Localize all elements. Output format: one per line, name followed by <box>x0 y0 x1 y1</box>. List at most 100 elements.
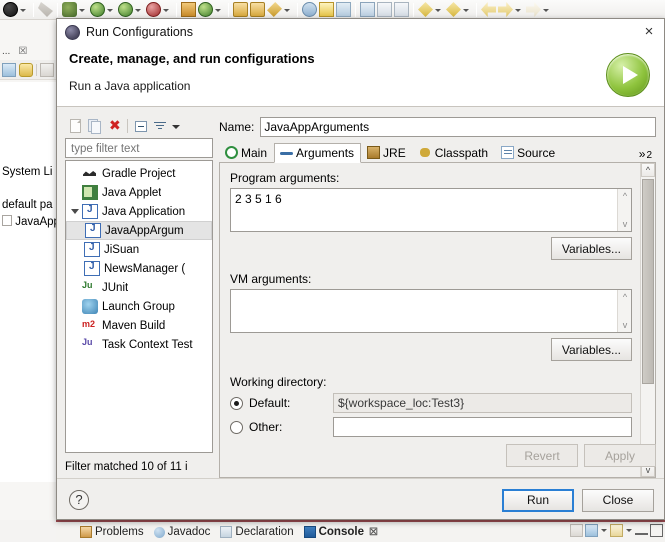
duplicate-launch-configuration-button[interactable] <box>86 117 104 135</box>
open-console-icon[interactable] <box>610 524 623 537</box>
tree-item-java-application[interactable]: Java Application <box>66 202 212 221</box>
nav-dropdown-icon[interactable] <box>542 3 551 17</box>
perspective-browse-icon[interactable] <box>336 2 351 17</box>
vm-arguments-input[interactable] <box>231 290 617 332</box>
tree-item-task-context-test[interactable]: Task Context Test <box>66 335 212 354</box>
new-java-project-icon[interactable] <box>181 2 196 17</box>
open-console-dropdown-icon[interactable] <box>625 524 633 537</box>
open-folder-icon[interactable] <box>233 2 248 17</box>
collapse-all-button[interactable] <box>132 117 150 135</box>
explorer-item-system-library[interactable]: System Li <box>0 164 56 181</box>
chevron-down-icon[interactable] <box>170 117 181 135</box>
external-tools-dropdown-icon[interactable] <box>283 3 292 17</box>
run-icon[interactable] <box>3 2 18 17</box>
run-as-icon[interactable] <box>118 2 133 17</box>
tree-twisty[interactable] <box>68 335 82 354</box>
program-variables-button[interactable]: Variables... <box>550 237 632 260</box>
run-dropdown-icon[interactable] <box>19 3 28 17</box>
view-menu-icon[interactable] <box>40 62 54 77</box>
tab-jre[interactable]: JRE <box>361 142 413 162</box>
scroll-down-icon[interactable]: v <box>621 220 629 229</box>
working-directory-other-radio[interactable] <box>230 420 243 434</box>
outline-icon[interactable] <box>394 2 409 17</box>
tab-source[interactable]: Source <box>495 142 562 162</box>
help-button[interactable]: ? <box>69 490 89 510</box>
debug-as-icon[interactable] <box>146 2 161 17</box>
tab-main[interactable]: Main <box>219 142 274 162</box>
explorer-item-javaapp[interactable]: JavaApp <box>0 214 56 231</box>
launch-configurations-tree[interactable]: Gradle Project Java Applet Java Applicat… <box>65 160 213 453</box>
explorer-item-default-package[interactable]: default pa <box>0 197 56 214</box>
debug-as-dropdown-icon[interactable] <box>162 3 171 17</box>
forward-nav-icon[interactable] <box>526 2 541 17</box>
run-as-dropdown-icon[interactable] <box>134 3 143 17</box>
scroll-up-button[interactable]: ^ <box>641 163 655 177</box>
tree-twisty[interactable] <box>68 183 82 202</box>
scroll-up-icon[interactable]: ^ <box>621 293 629 302</box>
tree-item-javaappargum[interactable]: JavaAppArgum <box>66 221 212 240</box>
perspective-java-icon[interactable] <box>319 2 334 17</box>
bottom-tab-console[interactable]: Console ☒ <box>303 526 378 538</box>
terminate-icon[interactable] <box>570 524 583 537</box>
scroll-down-icon[interactable]: v <box>621 321 629 330</box>
package-explorer-tree[interactable]: System Li default pa JavaApp <box>0 82 56 482</box>
tree-twisty[interactable] <box>68 278 82 297</box>
program-arguments-input[interactable] <box>231 189 617 231</box>
tab-overflow-button[interactable]: » 2 <box>635 142 656 162</box>
console-dropdown-icon[interactable] <box>600 524 608 537</box>
close-icon[interactable]: ☒ <box>369 527 378 538</box>
explorer-tab-truncated[interactable]: ... <box>0 46 10 57</box>
debug-icon[interactable] <box>38 2 53 17</box>
working-directory-default-row[interactable]: Default: ${workspace_loc:Test3} <box>230 393 632 413</box>
collapse-all-icon[interactable] <box>2 62 16 77</box>
close-button[interactable]: Close <box>582 488 654 512</box>
vm-arguments-scrollbar[interactable]: ^ v <box>617 290 631 332</box>
tree-twisty[interactable] <box>68 164 82 183</box>
link-with-editor-icon[interactable] <box>19 62 33 77</box>
scrollbar-thumb[interactable] <box>642 179 654 384</box>
bug-dropdown-icon[interactable] <box>78 3 87 17</box>
minimize-icon[interactable] <box>635 527 648 535</box>
new-class-icon[interactable] <box>198 2 213 17</box>
open-task-icon[interactable] <box>377 2 392 17</box>
forward-dropdown-icon[interactable] <box>514 3 523 17</box>
revert-button[interactable]: Revert <box>506 444 578 467</box>
prev-annotation-icon[interactable] <box>446 2 461 17</box>
filter-input[interactable] <box>69 141 207 156</box>
maximize-icon[interactable] <box>650 524 663 537</box>
tree-item-newsmanager[interactable]: NewsManager ( <box>66 259 212 278</box>
filter-button[interactable] <box>151 117 169 135</box>
tab-arguments[interactable]: Arguments <box>274 143 362 163</box>
tab-panel-scrollbar[interactable]: ^ v <box>640 163 655 477</box>
forward-icon[interactable] <box>498 2 513 17</box>
display-selected-console-icon[interactable] <box>585 524 598 537</box>
coverage-dropdown-icon[interactable] <box>106 3 115 17</box>
tree-item-java-applet[interactable]: Java Applet <box>66 183 212 202</box>
working-directory-default-radio[interactable] <box>230 396 243 410</box>
working-directory-other-row[interactable]: Other: <box>230 417 632 437</box>
program-arguments-field[interactable]: ^ v <box>230 188 632 232</box>
back-icon[interactable] <box>481 2 496 17</box>
external-tools-icon[interactable] <box>267 2 282 17</box>
name-input[interactable] <box>260 117 656 137</box>
program-arguments-scrollbar[interactable]: ^ v <box>617 189 631 231</box>
close-icon[interactable]: × <box>638 22 660 42</box>
filter-text-box[interactable] <box>65 138 213 158</box>
scroll-up-icon[interactable]: ^ <box>621 192 629 201</box>
vm-arguments-field[interactable]: ^ v <box>230 289 632 333</box>
search-icon[interactable] <box>302 2 317 17</box>
vm-variables-button[interactable]: Variables... <box>550 338 632 361</box>
coverage-icon[interactable] <box>90 2 105 17</box>
new-dropdown-icon[interactable] <box>214 3 223 17</box>
prev-annotation-dropdown-icon[interactable] <box>462 3 471 17</box>
tree-item-junit[interactable]: JUnit <box>66 278 212 297</box>
apply-button[interactable]: Apply <box>584 444 656 467</box>
tree-twisty-expanded[interactable] <box>68 202 82 221</box>
bottom-tab-problems[interactable]: Problems <box>80 526 144 538</box>
open-type-icon[interactable] <box>360 2 375 17</box>
working-directory-other-value[interactable] <box>333 417 632 437</box>
next-annotation-dropdown-icon[interactable] <box>434 3 443 17</box>
tree-item-maven-build[interactable]: Maven Build <box>66 316 212 335</box>
open-resource-icon[interactable] <box>250 2 265 17</box>
explorer-tab-close-icon[interactable]: ☒ <box>18 46 27 57</box>
